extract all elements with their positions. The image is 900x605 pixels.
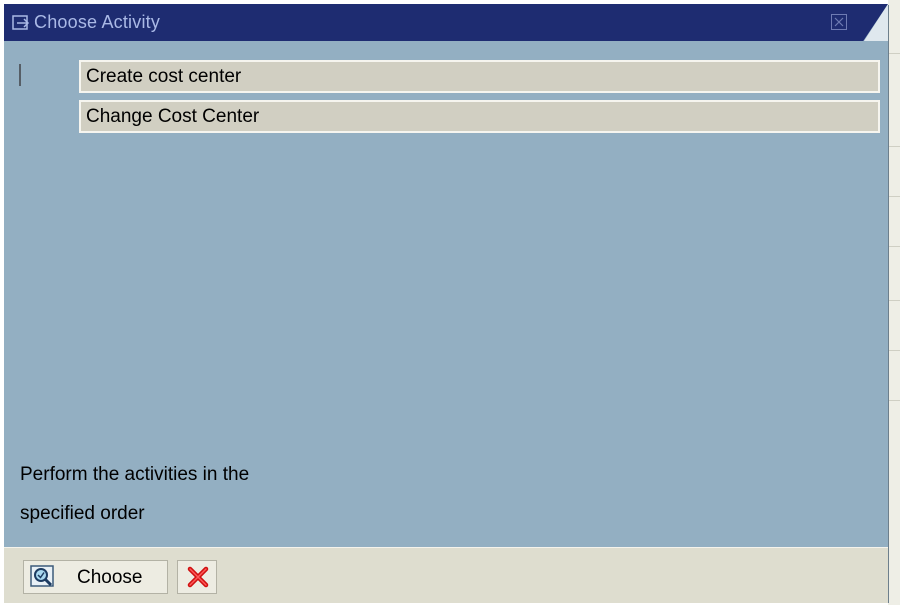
instruction-line: specified order <box>20 503 145 524</box>
choose-activity-dialog: Choose Activity Create cost center Chang… <box>4 4 888 603</box>
instruction-text: Perform the activities in the specified … <box>20 455 420 533</box>
instruction-line: Perform the activities in the <box>20 464 250 485</box>
close-icon <box>834 17 844 27</box>
dialog-title: Choose Activity <box>34 12 161 32</box>
red-x-icon <box>187 566 209 588</box>
close-button[interactable] <box>831 14 847 30</box>
background-window <box>888 0 900 605</box>
dialog-footer: Choose <box>4 547 888 603</box>
magnifier-check-icon <box>30 565 54 587</box>
cancel-button[interactable] <box>177 560 217 594</box>
activity-create-cost-center[interactable]: Create cost center <box>79 60 880 93</box>
title-bar[interactable]: Choose Activity <box>4 4 888 41</box>
text-cursor <box>19 64 21 86</box>
choose-button-label: Choose <box>77 567 143 588</box>
window-arrow-icon <box>12 15 30 30</box>
activity-change-cost-center[interactable]: Change Cost Center <box>79 100 880 133</box>
choose-button[interactable]: Choose <box>23 560 168 594</box>
